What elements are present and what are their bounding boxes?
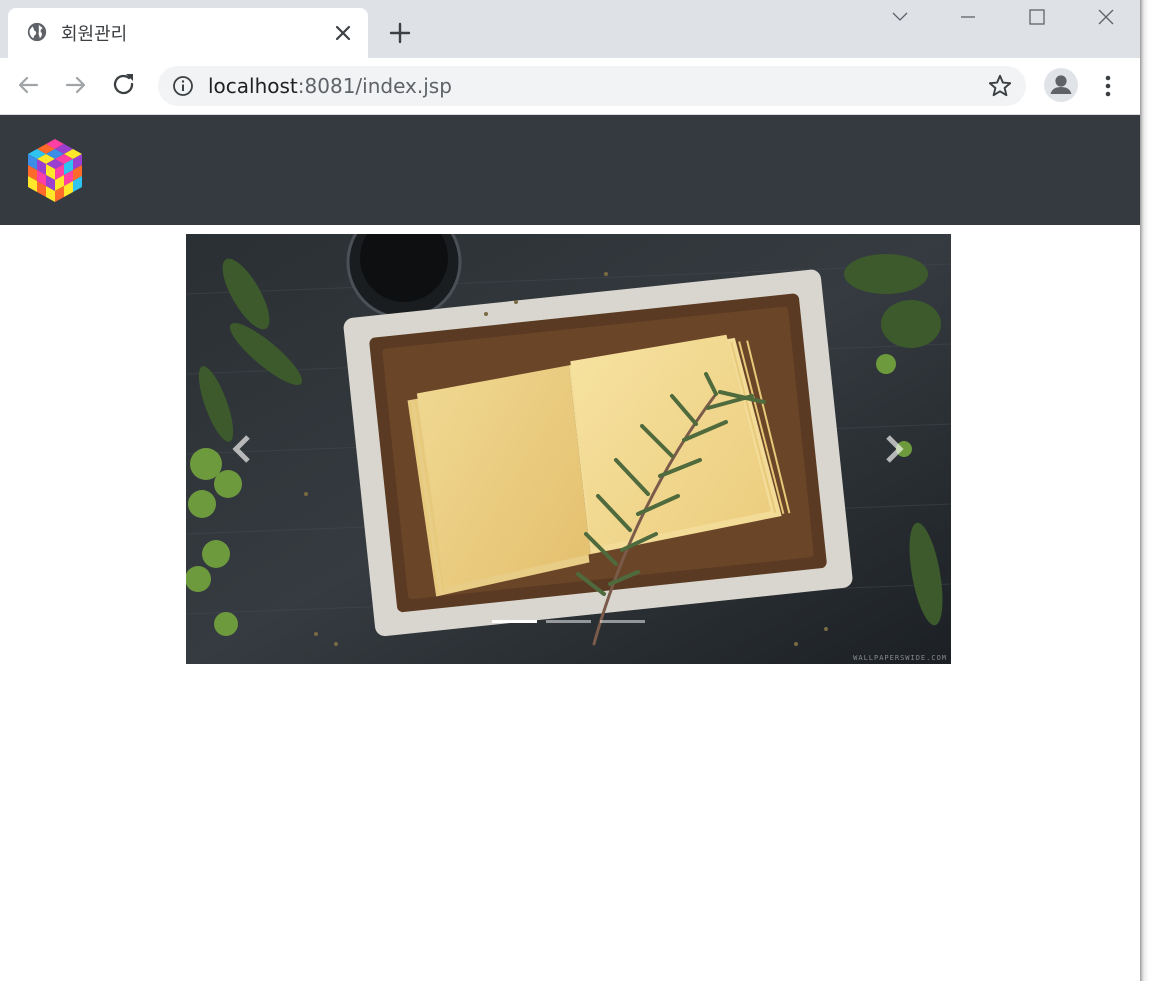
kebab-menu-icon[interactable] bbox=[1094, 72, 1122, 100]
image-carousel[interactable]: WALLPAPERSWIDE.COM bbox=[186, 234, 951, 664]
site-navbar bbox=[0, 115, 1140, 225]
bookmark-star-icon[interactable] bbox=[987, 73, 1013, 99]
tab-strip: 회원관리 bbox=[0, 0, 1140, 58]
tab-title: 회원관리 bbox=[61, 24, 128, 45]
url-text: localhost:8081/index.jsp bbox=[208, 74, 452, 98]
url-path: :8081/index.jsp bbox=[297, 74, 452, 98]
url-host: localhost bbox=[208, 74, 298, 98]
new-tab-icon[interactable] bbox=[386, 19, 414, 47]
window-shadow-edge bbox=[1140, 0, 1149, 981]
address-bar[interactable]: localhost:8081/index.jsp bbox=[158, 66, 1026, 106]
carousel-prev-icon[interactable] bbox=[224, 429, 264, 469]
image-watermark: WALLPAPERSWIDE.COM bbox=[853, 654, 947, 662]
reload-icon[interactable] bbox=[109, 70, 139, 100]
carousel-indicator-1[interactable] bbox=[492, 620, 537, 623]
person-icon bbox=[1050, 75, 1072, 94]
close-window-icon[interactable] bbox=[1086, 4, 1126, 32]
globe-icon bbox=[27, 22, 47, 42]
browser-toolbar: localhost:8081/index.jsp bbox=[0, 58, 1140, 115]
carousel-indicator-2[interactable] bbox=[546, 620, 591, 623]
close-tab-icon[interactable] bbox=[331, 21, 355, 45]
tab-search-icon[interactable] bbox=[880, 4, 920, 32]
site-info-icon[interactable] bbox=[172, 75, 194, 97]
carousel-next-icon[interactable] bbox=[872, 429, 912, 469]
forward-icon[interactable] bbox=[61, 70, 91, 100]
browser-tab[interactable]: 회원관리 bbox=[8, 8, 368, 58]
carousel-indicator-3[interactable] bbox=[600, 620, 645, 623]
back-icon[interactable] bbox=[13, 70, 43, 100]
slide-image bbox=[186, 234, 951, 664]
browser-window: 회원관리 localhost:8081/index.jsp WALLPAPERS… bbox=[0, 0, 1140, 981]
profile-avatar-icon[interactable] bbox=[1044, 68, 1078, 102]
rubiks-cube-logo[interactable] bbox=[24, 137, 86, 203]
maximize-icon[interactable] bbox=[1017, 4, 1057, 32]
minimize-icon[interactable] bbox=[948, 4, 988, 32]
